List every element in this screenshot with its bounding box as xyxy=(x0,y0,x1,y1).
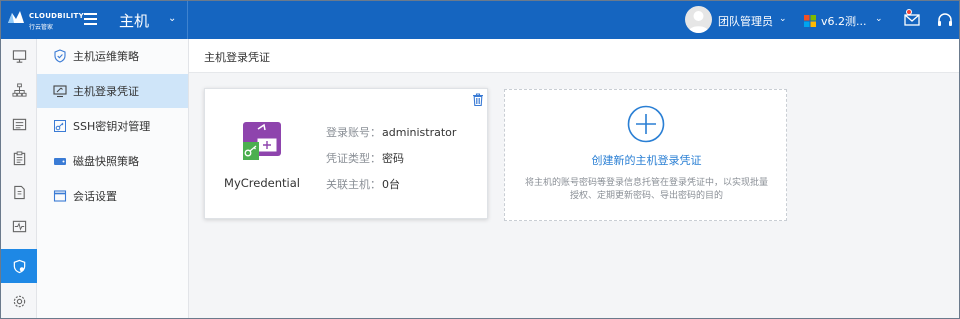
field-login-account: 登录账号：administrator xyxy=(326,124,456,140)
subnav-item-ssh-keys[interactable]: SSH密钥对管理 xyxy=(37,109,188,143)
chevron-down-icon[interactable]: ⌄ xyxy=(779,14,787,24)
notification-badge xyxy=(906,9,912,15)
rail-list[interactable] xyxy=(1,107,37,141)
subnav-item-label: SSH密钥对管理 xyxy=(73,120,151,133)
monitor-key-icon xyxy=(53,85,67,98)
trash-icon[interactable] xyxy=(472,93,484,106)
clipboard-icon xyxy=(13,150,25,165)
windows-icon xyxy=(804,15,816,27)
subnav-item-label: 主机运维策略 xyxy=(73,50,139,63)
rail-activity[interactable] xyxy=(1,209,37,243)
plus-circle-icon[interactable] xyxy=(627,105,665,143)
chevron-down-icon[interactable]: ⌄ xyxy=(875,14,883,24)
version-selector[interactable]: v6.2测... xyxy=(821,13,867,29)
rail-settings[interactable] xyxy=(1,284,37,318)
breadcrumb-bar: 主机登录凭证 xyxy=(189,39,959,73)
activity-icon xyxy=(12,220,26,232)
subnav-item-disk-snapshot[interactable]: 磁盘快照策略 xyxy=(37,144,188,178)
field-label: 关联主机： xyxy=(326,178,381,191)
gear-icon xyxy=(13,295,25,307)
rail-clipboard[interactable] xyxy=(1,141,37,175)
field-label: 凭证类型： xyxy=(326,152,381,165)
field-credential-type: 凭证类型：密码 xyxy=(326,150,404,166)
sub-navigation: 主机运维策略 主机登录凭证 SSH密钥对管理 磁盘快照策略 会话设置 xyxy=(37,39,189,318)
icon-rail xyxy=(1,39,37,318)
subnav-item-login-credential[interactable]: 主机登录凭证 xyxy=(37,74,188,108)
menu-toggle-icon[interactable] xyxy=(84,13,97,25)
subnav-item-session-settings[interactable]: 会话设置 xyxy=(37,179,188,213)
brand-name: CLOUDBILITY xyxy=(29,12,84,20)
rail-security[interactable] xyxy=(1,249,37,283)
rail-document[interactable] xyxy=(1,175,37,209)
field-value: administrator xyxy=(382,126,457,139)
subnav-item-label: 主机登录凭证 xyxy=(73,85,139,98)
create-credential-link[interactable]: 创建新的主机登录凭证 xyxy=(505,152,788,168)
headset-icon[interactable] xyxy=(937,12,953,28)
rail-monitor[interactable] xyxy=(1,39,37,73)
subnav-item-label: 会话设置 xyxy=(73,190,117,203)
field-linked-hosts: 关联主机：0台 xyxy=(326,176,400,192)
monitor-icon xyxy=(12,49,26,63)
field-value: 密码 xyxy=(382,152,404,165)
topology-icon xyxy=(11,82,27,97)
document-icon xyxy=(13,185,25,199)
chevron-down-icon[interactable]: ⌄ xyxy=(168,13,176,24)
user-menu[interactable]: 团队管理员 xyxy=(718,13,773,29)
main-content: MyCredential 登录账号：administrator 凭证类型：密码 … xyxy=(189,73,959,318)
page-title: 主机登录凭证 xyxy=(204,51,270,64)
field-value: 0台 xyxy=(382,178,400,191)
module-title[interactable]: 主机 xyxy=(119,10,149,31)
field-label: 登录账号： xyxy=(326,126,381,139)
rail-topology[interactable] xyxy=(1,73,37,107)
disk-snapshot-icon xyxy=(54,158,66,165)
brand-subtitle: 行云管家 xyxy=(29,24,54,31)
shield-check-icon xyxy=(54,49,66,63)
cloud-logo-icon xyxy=(8,11,24,23)
credential-icon xyxy=(243,122,281,160)
brand-logo[interactable]: CLOUDBILITY 行云管家 xyxy=(7,9,84,31)
list-icon xyxy=(12,118,26,130)
divider xyxy=(187,1,188,39)
credential-name: MyCredential xyxy=(224,176,300,190)
shield-icon xyxy=(13,259,25,273)
top-bar: CLOUDBILITY 行云管家 主机 ⌄ 团队管理员 ⌄ v6.2测... ⌄ xyxy=(1,1,959,39)
subnav-item-label: 磁盘快照策略 xyxy=(73,155,139,168)
avatar[interactable] xyxy=(685,6,712,33)
subnav-item-ops-policy[interactable]: 主机运维策略 xyxy=(37,39,188,73)
credential-card[interactable]: MyCredential 登录账号：administrator 凭证类型：密码 … xyxy=(204,88,488,219)
create-credential-description: 将主机的账号密码等登录信息托管在登录凭证中，以实现批量授权、定期更新密码、导出密… xyxy=(524,178,768,201)
key-icon xyxy=(54,120,66,132)
create-credential-card[interactable]: 创建新的主机登录凭证 将主机的账号密码等登录信息托管在登录凭证中，以实现批量授权… xyxy=(504,89,787,221)
window-icon xyxy=(53,190,67,202)
